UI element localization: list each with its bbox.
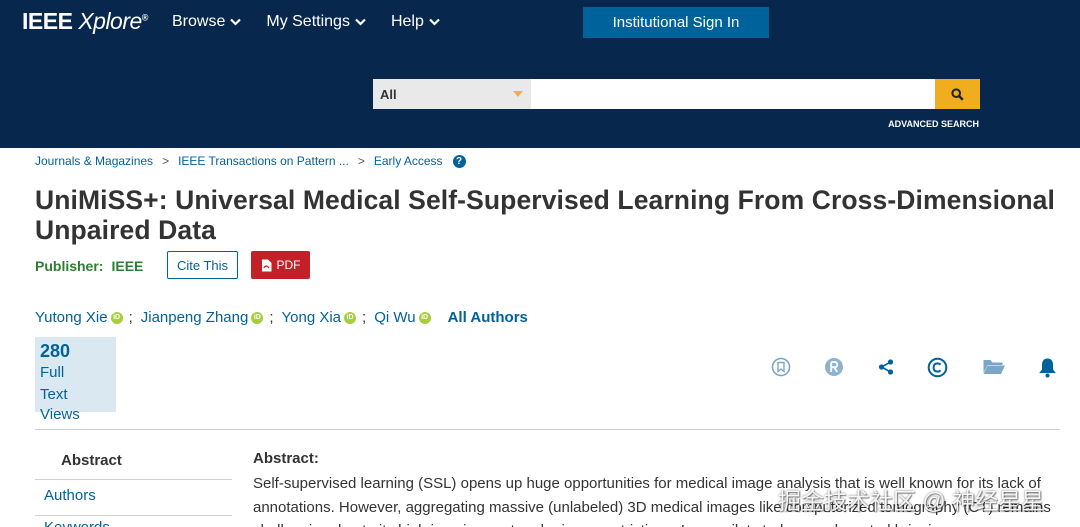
author-name: Jianpeng Zhang bbox=[140, 309, 249, 326]
search-scope-value: All bbox=[380, 86, 397, 102]
search-icon bbox=[951, 87, 964, 101]
pdf-label: PDF bbox=[276, 258, 301, 272]
author-link[interactable]: Qi Wu iD bbox=[374, 309, 431, 326]
nav-my-settings[interactable]: My Settings bbox=[266, 13, 366, 31]
author-separator: ; bbox=[128, 309, 133, 326]
help-icon[interactable]: ? bbox=[452, 154, 466, 168]
cite-this-button[interactable]: Cite This bbox=[167, 251, 238, 279]
breadcrumb-separator: > bbox=[162, 154, 170, 168]
publisher-label: Publisher: bbox=[35, 258, 104, 274]
article-title: UniMiSS+: Universal Medical Self-Supervi… bbox=[35, 185, 1055, 245]
bell-icon bbox=[1038, 358, 1056, 377]
publisher-info: Publisher: IEEE bbox=[35, 258, 143, 274]
copyright-icon bbox=[927, 357, 947, 377]
nav-help-label: Help bbox=[390, 13, 424, 30]
all-authors-link[interactable]: All Authors bbox=[448, 309, 528, 326]
full-text-views-metric[interactable]: 280 Full Text Views bbox=[35, 337, 116, 423]
nav-browse[interactable]: Browse bbox=[172, 13, 242, 31]
author-link[interactable]: Yong Xia iD bbox=[282, 309, 357, 326]
site-header: IEEE Xplore® Browse My Settings Help Ins… bbox=[0, 0, 1080, 148]
content-divider bbox=[35, 429, 1060, 430]
top-navigation: Browse My Settings Help bbox=[172, 13, 465, 31]
author-name: Qi Wu bbox=[374, 309, 416, 326]
sidebar-item-abstract[interactable]: Abstract bbox=[35, 450, 232, 480]
chevron-down-icon bbox=[230, 18, 242, 26]
views-label-line1: Full bbox=[40, 364, 65, 381]
rights-permissions-button[interactable] bbox=[823, 355, 845, 379]
add-to-project-button[interactable] bbox=[981, 355, 1007, 379]
logo-xplore-text: Xplore bbox=[78, 8, 142, 34]
share-button[interactable] bbox=[875, 355, 897, 379]
author-link[interactable]: Jianpeng Zhang iD bbox=[141, 309, 264, 326]
author-name: Yutong Xie bbox=[35, 309, 108, 326]
orcid-icon[interactable]: iD bbox=[110, 311, 123, 324]
caret-down-icon bbox=[513, 91, 523, 97]
author-separator: ; bbox=[362, 309, 367, 326]
pdf-file-icon bbox=[261, 259, 271, 271]
logo-ieee-text: IEEE bbox=[22, 8, 73, 34]
site-watermark: 掘金技术社区 @ 神经星星 bbox=[778, 488, 1045, 514]
sidebar-item-keywords[interactable]: Keywords bbox=[35, 519, 232, 527]
author-separator: ; bbox=[269, 309, 274, 326]
views-count: 280 bbox=[40, 341, 71, 361]
logo-registered-mark: ® bbox=[141, 12, 149, 23]
breadcrumb-early-access[interactable]: Early Access bbox=[374, 154, 443, 168]
nav-browse-label: Browse bbox=[172, 13, 226, 30]
views-label-line2: Text Views bbox=[40, 386, 80, 423]
chevron-down-icon bbox=[355, 18, 366, 26]
article-actions-toolbar bbox=[770, 355, 1060, 381]
bookmark-icon bbox=[771, 357, 791, 377]
breadcrumb-journals[interactable]: Journals & Magazines bbox=[35, 154, 153, 168]
institutional-sign-in-button[interactable]: Institutional Sign In bbox=[583, 7, 769, 38]
breadcrumb: Journals & Magazines > IEEE Transactions… bbox=[35, 154, 466, 168]
rights-icon bbox=[825, 358, 843, 376]
cite-this-label: Cite This bbox=[176, 257, 229, 273]
abstract-heading: Abstract: bbox=[253, 450, 319, 467]
search-input[interactable] bbox=[531, 79, 935, 109]
publisher-value: IEEE bbox=[111, 258, 144, 274]
orcid-icon[interactable]: iD bbox=[344, 311, 357, 324]
alerts-button[interactable] bbox=[1036, 355, 1058, 379]
orcid-icon[interactable]: iD bbox=[251, 311, 264, 324]
sidebar-item-authors[interactable]: Authors bbox=[35, 486, 232, 516]
advanced-search-link[interactable]: ADVANCED SEARCH bbox=[888, 119, 979, 129]
author-list: Yutong Xie iD ; Jianpeng Zhang iD ; Yong… bbox=[35, 309, 528, 326]
folder-icon bbox=[983, 360, 1005, 374]
chevron-down-icon bbox=[429, 18, 440, 26]
breadcrumb-transactions[interactable]: IEEE Transactions on Pattern ... bbox=[178, 154, 349, 168]
share-icon bbox=[878, 359, 894, 375]
author-link[interactable]: Yutong Xie iD bbox=[35, 309, 123, 326]
breadcrumb-separator: > bbox=[357, 154, 365, 168]
search-scope-select[interactable]: All bbox=[373, 79, 531, 109]
pdf-button[interactable]: PDF bbox=[251, 251, 310, 279]
ieee-xplore-logo[interactable]: IEEE Xplore® bbox=[22, 8, 148, 35]
copyright-button[interactable] bbox=[926, 355, 948, 379]
search-button[interactable] bbox=[935, 79, 980, 109]
orcid-icon[interactable]: iD bbox=[418, 311, 431, 324]
nav-my-settings-label: My Settings bbox=[266, 13, 350, 30]
author-name: Yong Xia bbox=[281, 309, 342, 326]
search-bar: All bbox=[373, 79, 980, 109]
nav-help[interactable]: Help bbox=[391, 13, 440, 31]
bookmark-button[interactable] bbox=[770, 355, 792, 379]
